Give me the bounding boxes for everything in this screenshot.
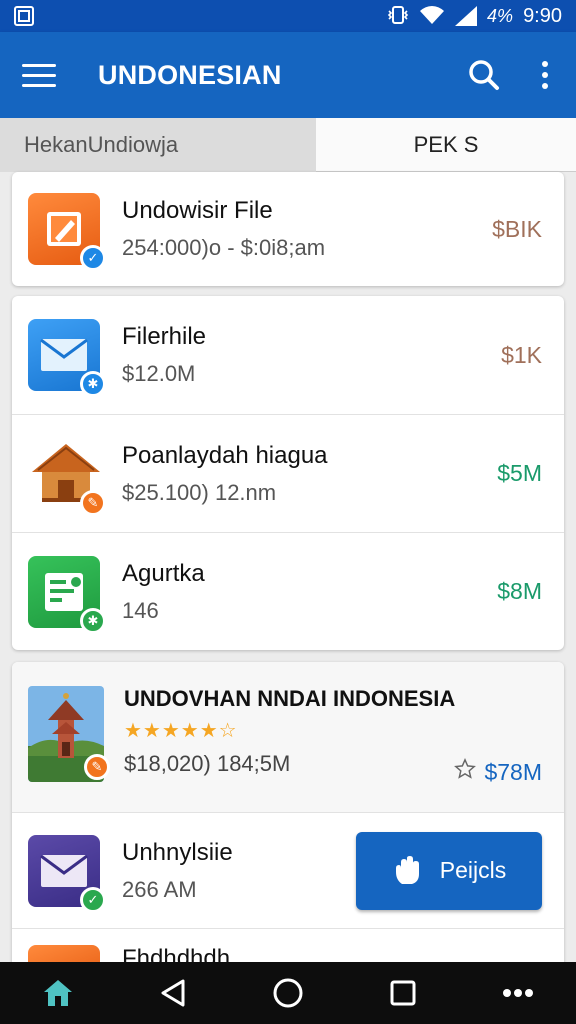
- item-title: Filerhile: [122, 323, 207, 350]
- vibrate-icon: [387, 5, 409, 28]
- item-value: $BIK: [492, 215, 542, 242]
- system-nav-bar: [0, 962, 576, 1024]
- app-bar: UNDONESIAN: [0, 32, 576, 118]
- home-circle-icon[interactable]: [263, 968, 313, 1018]
- page-title: UNDONESIAN: [98, 59, 282, 90]
- signal-icon: [455, 6, 478, 26]
- temple-photo: ✎: [28, 686, 110, 782]
- status-bar: 4% 9:90: [0, 0, 576, 32]
- primary-action-button[interactable]: Peijcls: [356, 831, 542, 910]
- featured-item[interactable]: ✎ UNDOVHAN NNDAI INDONESIA ★★★★★☆ $18,02…: [12, 662, 564, 812]
- hand-icon: [395, 855, 419, 884]
- home-icon[interactable]: [33, 968, 83, 1018]
- list-item[interactable]: ✓ Undowisir File 254:000)o - $:0i8;am $B…: [12, 172, 564, 286]
- edit-badge-icon: ✎: [84, 754, 110, 780]
- back-icon[interactable]: [148, 968, 198, 1018]
- item-value: $1K: [501, 341, 542, 368]
- item-subtitle: $25.100) 12.nm: [122, 479, 277, 505]
- featured-value: $78M: [484, 758, 542, 785]
- item-subtitle: $12.0M: [122, 361, 196, 386]
- mail-icon: ✱: [28, 319, 106, 397]
- list-card: ✓ Undowisir File 254:000)o - $:0i8;am $B…: [12, 172, 564, 286]
- hut-icon: ✎: [28, 438, 106, 516]
- search-icon[interactable]: [468, 59, 500, 91]
- rating-stars: ★★★★★☆: [124, 720, 238, 742]
- check-badge-icon: ✓: [80, 886, 106, 913]
- item-subtitle: 254:000)o - $:0i8;am: [122, 235, 326, 260]
- item-subtitle: 266 AM: [122, 876, 197, 902]
- item-subtitle: 146: [122, 597, 159, 623]
- item-value: $8M: [497, 578, 542, 604]
- list-item[interactable]: ✓ Unhnylsiie 266 AM Peijcls: [12, 812, 564, 928]
- more-options-icon[interactable]: [536, 61, 554, 89]
- featured-title: UNDOVHAN NNDAI INDONESIA: [124, 686, 456, 711]
- tab-first[interactable]: HekanUndiowja: [0, 118, 316, 172]
- wifi-icon: [419, 5, 445, 28]
- screenshot-notification-icon: [14, 6, 34, 26]
- menu-icon[interactable]: [22, 63, 56, 87]
- clock: 9:90: [523, 4, 562, 27]
- item-title: Undowisir File: [122, 197, 273, 224]
- list-item[interactable]: ✎ Poanlaydah hiagua $25.100) 12.nm $5M: [12, 414, 564, 532]
- tab-bar: HekanUndiowja PEK S: [0, 118, 576, 172]
- recents-icon[interactable]: [378, 968, 428, 1018]
- more-icon[interactable]: [493, 968, 543, 1018]
- item-title: Poanlaydah hiagua: [122, 441, 328, 469]
- item-value: $5M: [497, 460, 542, 486]
- item-title: Unhnylsiie: [122, 838, 233, 866]
- edit-badge-icon: ✎: [80, 489, 106, 516]
- list-item[interactable]: ✱ Agurtka 146 $8M: [12, 532, 564, 650]
- primary-action-label: Peijcls: [439, 857, 507, 883]
- spreadsheet-icon: ✱: [28, 555, 106, 634]
- edit-file-icon: ✓: [28, 193, 106, 271]
- tab-second[interactable]: PEK S: [316, 118, 576, 172]
- list-item[interactable]: ✱ Filerhile $12.0M $1K: [12, 296, 564, 414]
- settings-badge-icon: ✱: [80, 371, 106, 397]
- list-card: ✱ Filerhile $12.0M $1K ✎ Poanlaydah hiag…: [12, 296, 564, 650]
- item-title: Agurtka: [122, 559, 205, 587]
- mail-icon: ✓: [28, 834, 106, 913]
- battery-level: 4%: [487, 5, 514, 26]
- star-outline-icon[interactable]: [454, 758, 477, 786]
- check-badge-icon: ✓: [80, 245, 106, 271]
- add-badge-icon: ✱: [80, 607, 106, 634]
- featured-card: ✎ UNDOVHAN NNDAI INDONESIA ★★★★★☆ $18,02…: [12, 662, 564, 974]
